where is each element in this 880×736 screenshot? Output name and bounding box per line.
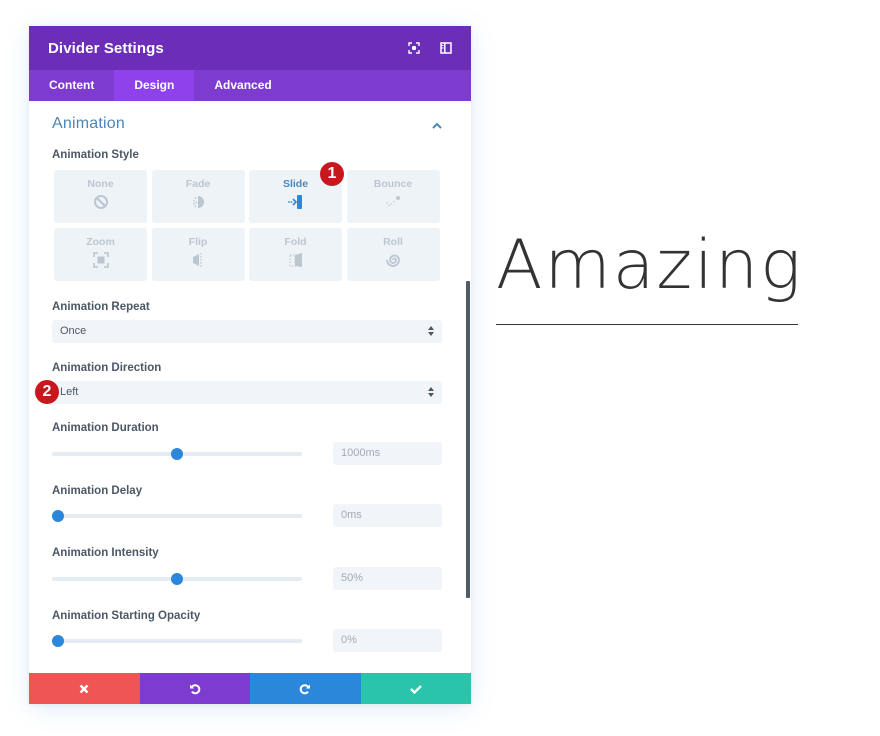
style-option-label: Roll <box>383 236 403 248</box>
redo-button[interactable] <box>250 673 361 704</box>
animation-delay-slider[interactable] <box>52 509 302 523</box>
style-option-none[interactable]: None <box>54 170 147 223</box>
annotation-badge-1: 1 <box>320 162 344 186</box>
animation-style-label: Animation Style <box>52 149 139 161</box>
slider-track <box>52 639 302 643</box>
animation-direction-value: Left <box>60 386 79 398</box>
animation-direction-select[interactable]: Left <box>52 381 442 404</box>
zoom-icon <box>92 252 109 268</box>
animation-intensity-slider[interactable] <box>52 572 302 586</box>
preview-text: Amazing <box>496 226 803 305</box>
style-option-label: None <box>87 178 114 190</box>
modal-header: Divider Settings <box>29 26 471 70</box>
fade-icon <box>193 196 204 208</box>
animation-section-header[interactable]: Animation <box>52 115 448 139</box>
animation-repeat-select[interactable]: Once <box>52 320 442 343</box>
flip-icon <box>193 253 202 267</box>
cancel-button[interactable] <box>29 673 140 704</box>
fold-icon <box>289 253 302 267</box>
select-arrows-icon <box>428 326 434 336</box>
slider-thumb[interactable] <box>171 448 183 460</box>
annotation-badge-2: 2 <box>35 380 59 404</box>
roll-icon <box>386 254 400 267</box>
modal-footer <box>29 673 471 704</box>
animation-opacity-label: Animation Starting Opacity <box>52 610 201 622</box>
undo-button[interactable] <box>139 673 250 704</box>
style-option-label: Slide <box>282 178 309 190</box>
select-arrows-icon <box>428 387 434 397</box>
style-option-bounce[interactable]: Bounce <box>346 170 440 223</box>
scrollbar[interactable] <box>466 281 470 598</box>
style-option-fold[interactable]: Fold <box>249 228 342 281</box>
section-title: Animation <box>52 115 125 132</box>
undo-icon <box>189 683 200 694</box>
check-icon <box>409 684 422 694</box>
bounce-icon <box>386 196 400 207</box>
fullscreen-icon[interactable] <box>405 39 423 57</box>
animation-opacity-input[interactable]: 0% <box>333 629 442 652</box>
style-option-zoom[interactable]: Zoom <box>54 228 147 281</box>
none-icon <box>93 195 108 209</box>
slider-track <box>52 514 302 518</box>
settings-body: Animation Animation Style None Fade Slid… <box>29 101 471 673</box>
preview-divider-line <box>496 324 798 325</box>
animation-intensity-label: Animation Intensity <box>52 547 159 559</box>
animation-repeat-value: Once <box>60 325 87 337</box>
animation-repeat-label: Animation Repeat <box>52 301 150 313</box>
animation-direction-label: Animation Direction <box>52 362 162 374</box>
divider-settings-modal: Divider Settings Content Design Advanced… <box>29 26 471 704</box>
tab-content[interactable]: Content <box>29 70 114 101</box>
style-option-label: Zoom <box>86 236 115 248</box>
tab-design[interactable]: Design <box>114 70 195 101</box>
preview-heading: Amazing <box>496 226 803 305</box>
slider-thumb[interactable] <box>52 510 64 522</box>
animation-duration-input[interactable]: 1000ms <box>333 442 442 465</box>
style-option-label: Fade <box>185 178 211 190</box>
animation-duration-slider[interactable] <box>52 447 302 461</box>
style-option-label: Fold <box>284 236 307 248</box>
animation-intensity-input[interactable]: 50% <box>333 567 442 590</box>
tab-bar: Content Design Advanced <box>29 70 471 101</box>
animation-delay-label: Animation Delay <box>52 485 143 497</box>
animation-style-grid: None Fade Slide Bounce Zoom Flip Fold Ro… <box>54 170 440 281</box>
animation-delay-input[interactable]: 0ms <box>333 504 442 527</box>
close-icon <box>79 684 89 693</box>
style-option-fade[interactable]: Fade <box>151 170 245 223</box>
redo-icon <box>300 683 311 694</box>
style-option-label: Bounce <box>373 178 413 190</box>
chevron-up-icon[interactable] <box>430 119 444 133</box>
style-option-roll[interactable]: Roll <box>346 228 440 281</box>
animation-opacity-slider[interactable] <box>52 634 302 648</box>
sidebar-toggle-icon[interactable] <box>437 39 455 57</box>
style-option-label: Flip <box>188 236 208 248</box>
slide-icon <box>287 195 302 209</box>
style-option-flip[interactable]: Flip <box>151 228 245 281</box>
animation-duration-label: Animation Duration <box>52 422 159 434</box>
modal-title: Divider Settings <box>48 39 164 57</box>
slider-thumb[interactable] <box>171 573 183 585</box>
slider-thumb[interactable] <box>52 635 64 647</box>
save-button[interactable] <box>360 673 471 704</box>
tab-advanced[interactable]: Advanced <box>194 70 291 101</box>
